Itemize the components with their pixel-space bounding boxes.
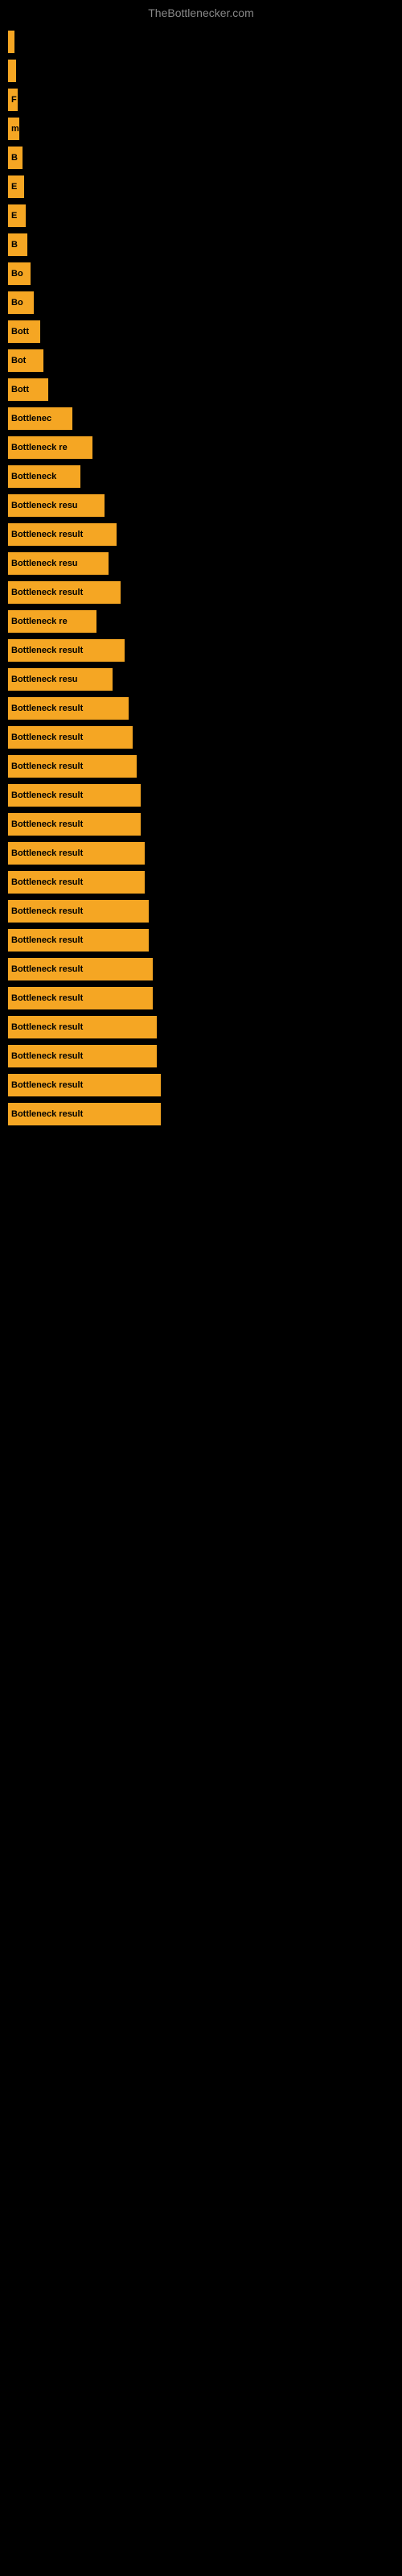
bar-row: Bottlenec [8,407,402,430]
bar-row: F [8,89,402,111]
result-bar: Bottleneck result [8,987,153,1009]
bar-row: Bottleneck result [8,842,402,865]
result-bar: Bott [8,320,40,343]
bar-row: Bott [8,378,402,401]
bar-row [8,60,402,82]
bar-row: Bottleneck result [8,987,402,1009]
bar-row: B [8,233,402,256]
result-bar: Bottleneck result [8,581,121,604]
result-bar: Bottleneck re [8,610,96,633]
bar-row: Bottleneck result [8,581,402,604]
result-bar: Bottleneck resu [8,552,109,575]
result-bar: Bottleneck resu [8,494,105,517]
bar-row: Bottleneck result [8,755,402,778]
bar-row: Bottleneck result [8,929,402,952]
bar-row: B [8,147,402,169]
result-bar: Bottleneck result [8,813,141,836]
bar-row: Bottleneck result [8,726,402,749]
result-bar: Bottleneck result [8,726,133,749]
bar-row: Bottleneck result [8,900,402,923]
bar-row: E [8,204,402,227]
bars-container: FmBEEBBoBoBottBotBottBottlenecBottleneck… [0,23,402,1132]
result-bar: Bottleneck [8,465,80,488]
result-bar: F [8,89,18,111]
result-bar: Bottleneck result [8,900,149,923]
result-bar: Bottleneck result [8,784,141,807]
result-bar: Bottleneck re [8,436,92,459]
result-bar: Bottleneck result [8,1045,157,1067]
result-bar: E [8,204,26,227]
bar-row: Bottleneck result [8,697,402,720]
bar-row: Bottleneck result [8,813,402,836]
bar-row: Bott [8,320,402,343]
bar-row: Bottleneck result [8,639,402,662]
bar-row: Bottleneck result [8,523,402,546]
result-bar: Bot [8,349,43,372]
result-bar: Bottleneck resu [8,668,113,691]
result-bar: Bottleneck result [8,697,129,720]
bar-row: Bottleneck resu [8,668,402,691]
result-bar: Bottleneck result [8,929,149,952]
bar-row: Bottleneck result [8,1103,402,1125]
result-bar: B [8,147,23,169]
bar-row: Bottleneck result [8,1016,402,1038]
bar-row: m [8,118,402,140]
result-bar: Bottleneck result [8,958,153,980]
result-bar [8,60,16,82]
bar-row: Bottleneck re [8,610,402,633]
result-bar [8,31,14,53]
result-bar: Bo [8,291,34,314]
bar-row: Bot [8,349,402,372]
bar-row: Bottleneck resu [8,494,402,517]
result-bar: Bottleneck result [8,1103,161,1125]
bar-row: Bottleneck result [8,1045,402,1067]
site-title: TheBottlenecker.com [0,0,402,23]
bar-row: Bottleneck result [8,1074,402,1096]
result-bar: Bottleneck result [8,639,125,662]
result-bar: Bo [8,262,31,285]
result-bar: B [8,233,27,256]
bar-row: Bottleneck result [8,958,402,980]
bar-row: Bo [8,291,402,314]
result-bar: Bottleneck result [8,755,137,778]
result-bar: Bottleneck result [8,842,145,865]
bar-row [8,31,402,53]
bar-row: Bottleneck re [8,436,402,459]
bar-row: Bottleneck [8,465,402,488]
result-bar: m [8,118,19,140]
result-bar: Bottleneck result [8,523,117,546]
bar-row: Bottleneck result [8,784,402,807]
result-bar: E [8,175,24,198]
bar-row: Bo [8,262,402,285]
result-bar: Bottlenec [8,407,72,430]
bar-row: Bottleneck result [8,871,402,894]
result-bar: Bottleneck result [8,1074,161,1096]
result-bar: Bott [8,378,48,401]
bar-row: Bottleneck resu [8,552,402,575]
result-bar: Bottleneck result [8,1016,157,1038]
bar-row: E [8,175,402,198]
result-bar: Bottleneck result [8,871,145,894]
